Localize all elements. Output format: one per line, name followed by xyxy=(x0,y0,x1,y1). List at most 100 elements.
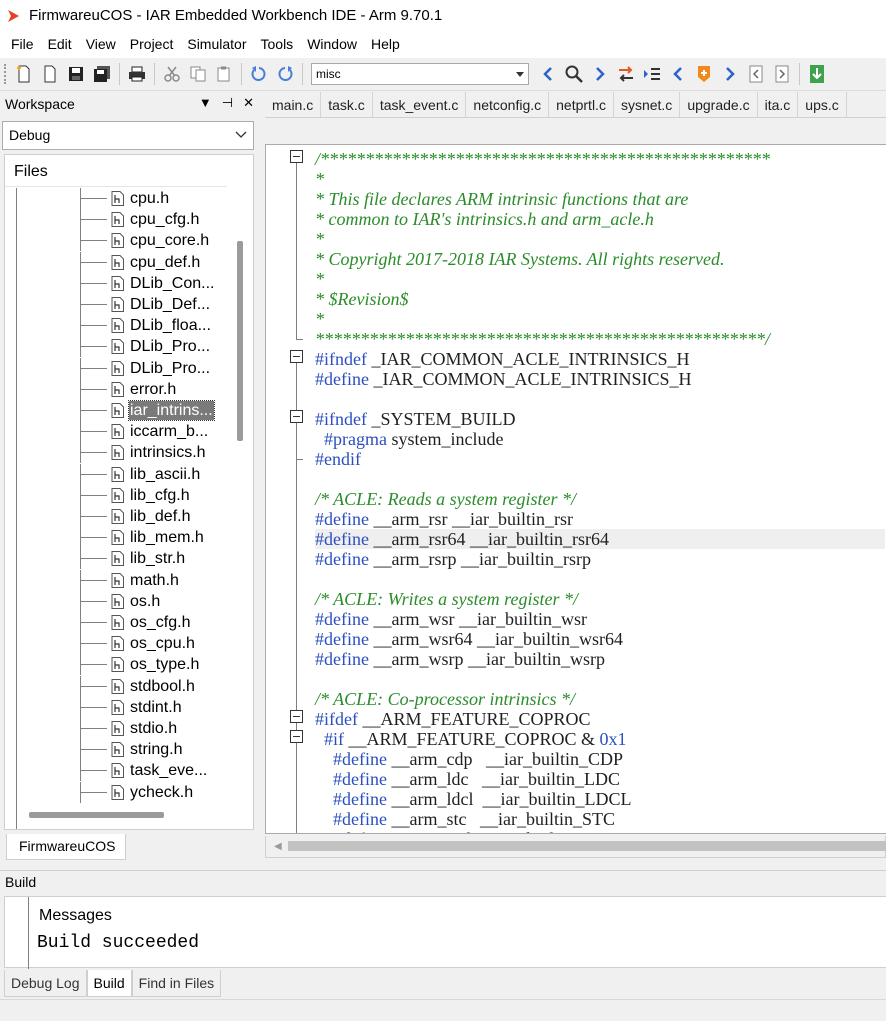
fold-toggle-icon[interactable] xyxy=(290,710,303,723)
code-line[interactable] xyxy=(315,569,885,589)
bookmark-previous-button[interactable] xyxy=(667,63,689,85)
file-tree-item[interactable]: lib_ascii.h xyxy=(5,463,235,485)
code-line[interactable]: #define __arm_wsrp __iar_builtin_wsrp xyxy=(315,649,885,669)
editor-tab[interactable]: netprtl.c xyxy=(549,92,614,117)
file-tree-item[interactable]: DLib_floa... xyxy=(5,315,235,337)
navigate-forward-button[interactable] xyxy=(771,63,793,85)
navigate-back-button[interactable] xyxy=(745,63,767,85)
code-line[interactable]: #define __arm_rsr64 __iar_builtin_rsr64 xyxy=(315,529,885,549)
code-line[interactable]: #define _IAR_COMMON_ACLE_INTRINSICS_H xyxy=(315,369,885,389)
file-tree-item[interactable]: stdio.h xyxy=(5,718,235,739)
configuration-select[interactable]: Debug xyxy=(2,121,254,150)
copy-button[interactable] xyxy=(187,63,209,85)
open-file-button[interactable] xyxy=(39,63,61,85)
file-tree-item[interactable]: task_eve... xyxy=(5,760,235,782)
fold-toggle-icon[interactable] xyxy=(290,350,303,363)
editor-tab[interactable]: task.c xyxy=(321,92,373,117)
editor-tab[interactable]: main.c xyxy=(265,92,322,117)
file-tree-item[interactable]: DLib_Def... xyxy=(5,294,235,315)
file-tree-item[interactable]: iar_intrins... xyxy=(5,400,235,421)
file-tree-item[interactable]: string.h xyxy=(5,739,235,761)
workspace-tab-firmwareucos[interactable]: FirmwareuCOS xyxy=(6,834,126,860)
code-line[interactable]: #define __arm_wsr __iar_builtin_wsr xyxy=(315,609,885,629)
menu-simulator[interactable]: Simulator xyxy=(180,31,253,58)
code-line[interactable]: #if __ARM_FEATURE_COPROC & 0x1 xyxy=(315,729,885,749)
code-line[interactable]: /***************************************… xyxy=(315,149,885,169)
files-horizontal-scrollbar[interactable] xyxy=(29,812,164,818)
find-button[interactable] xyxy=(563,63,585,85)
file-tree-item[interactable]: math.h xyxy=(5,569,235,591)
code-line[interactable]: * This file declares ARM intrinsic funct… xyxy=(315,189,885,209)
replace-button[interactable] xyxy=(615,63,637,85)
cut-button[interactable] xyxy=(161,63,183,85)
code-line[interactable]: #define __arm_wsr64 __iar_builtin_wsr64 xyxy=(315,629,885,649)
find-next-button[interactable] xyxy=(589,63,611,85)
editor-tab[interactable]: ita.c xyxy=(758,92,799,117)
code-line[interactable] xyxy=(315,669,885,689)
tab-build[interactable]: Build xyxy=(86,970,132,997)
save-all-button[interactable] xyxy=(91,63,113,85)
code-line[interactable]: #endif xyxy=(315,449,885,469)
go-to-line-button[interactable] xyxy=(641,63,663,85)
code-line[interactable]: /* ACLE: Reads a system register */ xyxy=(315,489,885,509)
fold-toggle-icon[interactable] xyxy=(290,410,303,423)
file-tree-item[interactable]: cpu_core.h xyxy=(5,230,235,252)
file-tree-item[interactable]: stdbool.h xyxy=(5,675,235,697)
file-tree-item[interactable]: DLib_Pro... xyxy=(5,357,235,379)
file-tree-item[interactable]: os_type.h xyxy=(5,654,235,676)
file-tree-item[interactable]: cpu.h xyxy=(5,188,235,209)
dropdown-arrow-icon[interactable] xyxy=(514,68,526,80)
menu-window[interactable]: Window xyxy=(300,31,364,58)
tab-debug-log[interactable]: Debug Log xyxy=(4,970,87,997)
file-tree-item[interactable]: ycheck.h xyxy=(5,781,235,803)
code-line[interactable]: #define __arm_stc __iar_builtin_STC xyxy=(315,809,885,829)
find-combo[interactable]: misc xyxy=(311,63,529,85)
redo-button[interactable] xyxy=(274,63,296,85)
file-tree-item[interactable]: lib_cfg.h xyxy=(5,484,235,506)
download-debug-button[interactable] xyxy=(806,63,828,85)
file-tree-item[interactable]: lib_str.h xyxy=(5,548,235,570)
code-line[interactable]: * xyxy=(315,169,885,189)
file-tree-item[interactable]: intrinsics.h xyxy=(5,442,235,464)
editor-tab[interactable]: task_event.c xyxy=(373,92,467,117)
scroll-left-icon[interactable]: ◀ xyxy=(274,841,282,852)
code-line[interactable]: #define __arm_ldcl __iar_builtin_LDCL xyxy=(315,789,885,809)
code-line[interactable]: #define __arm_rsr __iar_builtin_rsr xyxy=(315,509,885,529)
file-tree-item[interactable]: os_cfg.h xyxy=(5,612,235,633)
bookmark-button[interactable] xyxy=(693,63,715,85)
code-line[interactable]: /* ACLE: Writes a system register */ xyxy=(315,589,885,609)
file-tree-item[interactable]: cpu_def.h xyxy=(5,251,235,273)
code-line[interactable] xyxy=(315,469,885,489)
editor-tab[interactable]: ups.c xyxy=(798,92,847,117)
code-line[interactable]: * xyxy=(315,309,885,329)
menu-file[interactable]: File xyxy=(4,31,41,58)
file-tree-item[interactable]: os_cpu.h xyxy=(5,633,235,655)
workspace-close-button[interactable]: ✕ xyxy=(243,95,254,111)
code-line[interactable]: #pragma system_include xyxy=(315,429,885,449)
code-line[interactable]: #define __arm_rsrp __iar_builtin_rsrp xyxy=(315,549,885,569)
file-tree-item[interactable]: lib_mem.h xyxy=(5,527,235,549)
file-tree-item[interactable]: iccarm_b... xyxy=(5,421,235,443)
menu-tools[interactable]: Tools xyxy=(254,31,301,58)
undo-button[interactable] xyxy=(248,63,270,85)
file-tree-item[interactable]: os.h xyxy=(5,590,235,612)
code-line[interactable]: * xyxy=(315,229,885,249)
code-line[interactable]: ****************************************… xyxy=(315,329,885,349)
file-tree-item[interactable]: lib_def.h xyxy=(5,506,235,527)
editor-tab[interactable]: upgrade.c xyxy=(680,92,758,117)
paste-button[interactable] xyxy=(213,63,235,85)
file-tree-item[interactable]: stdint.h xyxy=(5,696,235,718)
menu-project[interactable]: Project xyxy=(123,31,181,58)
menu-view[interactable]: View xyxy=(79,31,123,58)
code-line[interactable]: #define __arm_ldc __iar_builtin_LDC xyxy=(315,769,885,789)
editor-horizontal-scrollbar[interactable]: ◀ xyxy=(265,836,886,858)
code-line[interactable]: #define __arm_stcl __iar_builtin_STCL xyxy=(315,829,885,833)
save-button[interactable] xyxy=(65,63,87,85)
print-button[interactable] xyxy=(126,63,148,85)
new-file-button[interactable] xyxy=(13,63,35,85)
editor-scroll-thumb[interactable] xyxy=(288,841,886,851)
file-tree-item[interactable]: DLib_Pro... xyxy=(5,336,235,358)
code-line[interactable] xyxy=(315,389,885,409)
code-line[interactable]: * common to IAR's intrinsics.h and arm_a… xyxy=(315,209,885,229)
file-tree-item[interactable]: DLib_Con... xyxy=(5,272,235,294)
